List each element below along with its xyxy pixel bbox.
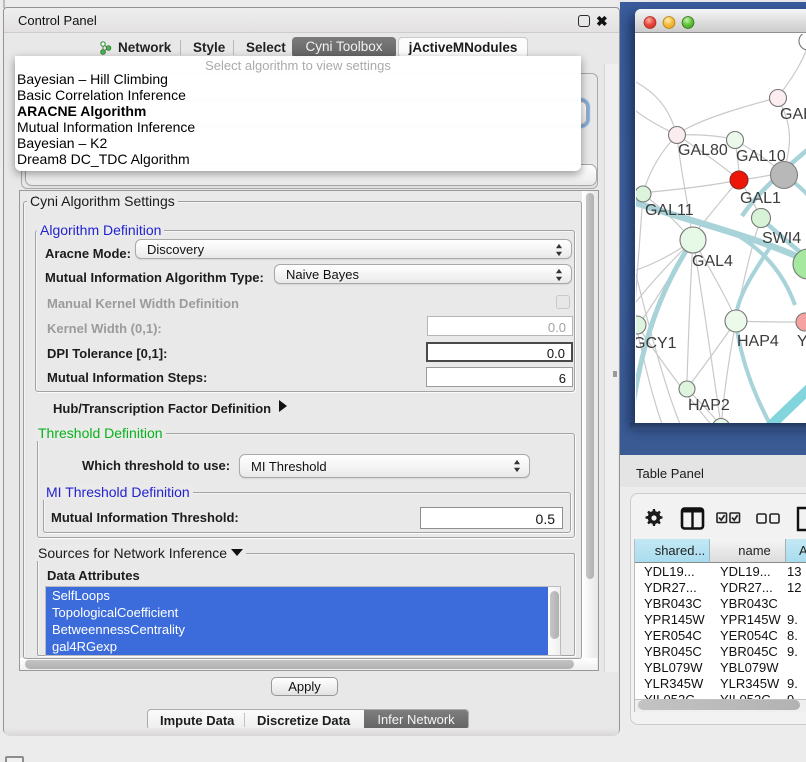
svg-text:GAL80: GAL80 bbox=[678, 142, 728, 159]
svg-text:GCY1: GCY1 bbox=[636, 335, 677, 352]
svg-text:GAL11: GAL11 bbox=[645, 202, 694, 219]
svg-text:Y: Y bbox=[797, 333, 806, 350]
svg-text:GAL: GAL bbox=[780, 106, 806, 123]
svg-text:SWI4: SWI4 bbox=[762, 230, 801, 247]
svg-text:HAP2: HAP2 bbox=[688, 397, 730, 414]
svg-text:GAL10: GAL10 bbox=[736, 148, 786, 165]
svg-text:GAL1: GAL1 bbox=[740, 190, 781, 207]
svg-text:GAL4: GAL4 bbox=[692, 253, 733, 270]
svg-text:HAP4: HAP4 bbox=[737, 333, 779, 350]
